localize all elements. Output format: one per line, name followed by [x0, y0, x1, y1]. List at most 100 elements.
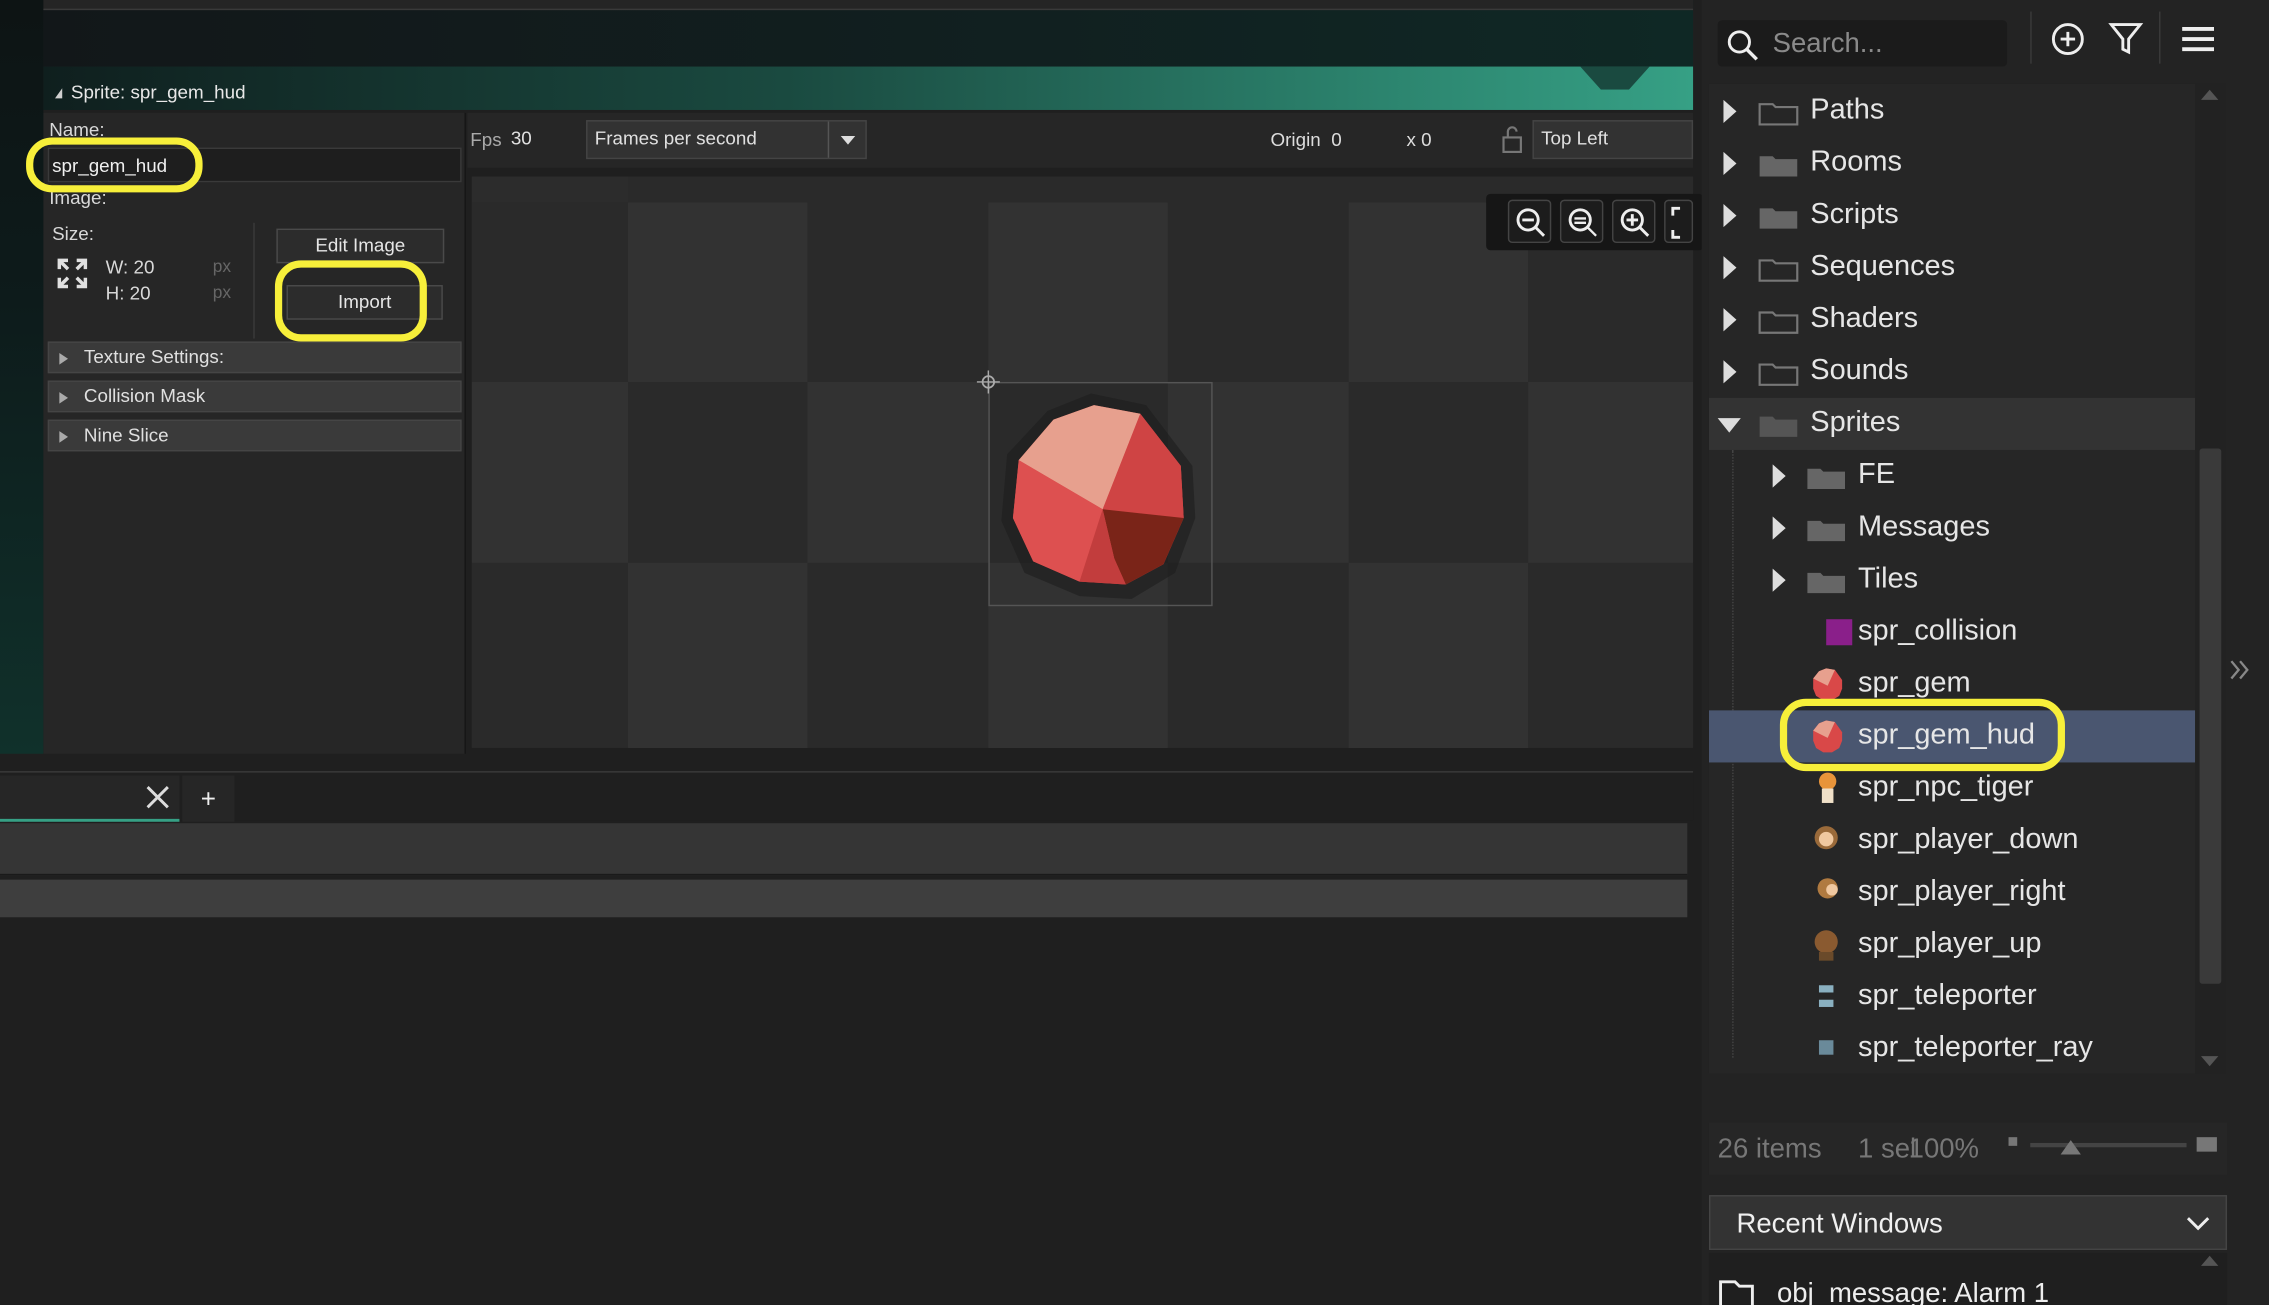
tree-label: spr_collision [1858, 614, 2018, 647]
tree-sprite-spr-teleporter-ray[interactable]: spr_teleporter_ray [1709, 1023, 2195, 1074]
collapse-panel-icon[interactable] [2228, 658, 2251, 688]
lock-icon[interactable] [1501, 124, 1524, 153]
filter-icon[interactable] [2105, 19, 2146, 60]
expand-arrow-icon[interactable] [1772, 568, 1786, 592]
tree-label: spr_gem_hud [1858, 719, 2036, 751]
tree-folder-sequences[interactable]: Sequences [1709, 242, 2195, 294]
tree-folder-scripts[interactable]: Scripts [1709, 190, 2195, 242]
zoom-reset-icon[interactable] [1559, 199, 1604, 244]
height-unit: px [212, 282, 232, 303]
folder-open-icon [1758, 412, 1799, 438]
add-asset-icon[interactable] [2048, 19, 2089, 60]
scroll-up-icon[interactable] [2200, 1255, 2219, 1266]
zoom-out-icon[interactable] [1507, 199, 1552, 244]
collapse-arrow-icon[interactable] [1717, 418, 1741, 433]
teleporter-ray-thumbnail-icon [1818, 1040, 1834, 1055]
tree-label: Sequences [1810, 250, 1956, 283]
resize-icon[interactable] [56, 258, 88, 290]
tree-sprite-spr-gem[interactable]: spr_gem [1709, 658, 2195, 710]
origin-y-input[interactable]: x 0 [1407, 129, 1432, 151]
folder-icon [1806, 517, 1847, 543]
tree-sprite-spr-gem-hud[interactable]: spr_gem_hud [1708, 710, 2196, 763]
tree-folder-fe[interactable]: FE [1709, 450, 2195, 502]
tree-folder-sounds[interactable]: Sounds [1709, 346, 2195, 398]
collision-mask-section[interactable]: Collision Mask [47, 380, 462, 413]
expand-arrow-icon[interactable] [1723, 99, 1737, 123]
recent-item-label: obj_message: Alarm 1 [1777, 1278, 2050, 1305]
tree-folder-shaders[interactable]: Shaders [1709, 294, 2195, 346]
expand-arrow-icon[interactable] [1723, 360, 1737, 384]
texture-settings-section[interactable]: Texture Settings: [47, 341, 462, 374]
zoom-large-icon [2196, 1137, 2217, 1152]
toolbar-divider [2159, 11, 2161, 64]
tree-sprite-spr-teleporter[interactable]: spr_teleporter [1709, 971, 2195, 1023]
tree-folder-paths[interactable]: Paths [1709, 85, 2195, 137]
fps-mode-dropdown[interactable]: Frames per second [586, 120, 867, 160]
zoom-slider[interactable] [2030, 1142, 2187, 1148]
tree-sprite-spr-npc-tiger[interactable]: spr_npc_tiger [1709, 762, 2195, 814]
tree-sprite-spr-player-right[interactable]: spr_player_right [1709, 867, 2195, 919]
tree-folder-tiles[interactable]: Tiles [1709, 554, 2195, 606]
chevron-down-icon[interactable] [827, 121, 866, 158]
fit-screen-icon[interactable] [1664, 199, 1694, 244]
canvas-toolbar: Fps 30 Frames per second Origin 0 x 0 To… [467, 112, 1694, 168]
expand-arrow-icon[interactable] [1723, 256, 1737, 280]
expand-arrow-icon[interactable] [1723, 203, 1737, 228]
expand-arrow-icon[interactable] [1723, 308, 1737, 332]
tree-label: FE [1858, 458, 1896, 491]
tree-label: Scripts [1810, 198, 1899, 231]
checker-cell [471, 176, 629, 203]
tree-label: spr_teleporter_ray [1858, 1031, 2093, 1064]
zoom-in-icon[interactable] [1612, 199, 1656, 244]
nine-slice-section[interactable]: Nine Slice [47, 419, 462, 452]
gem-thumbnail-icon [1810, 719, 1845, 754]
tree-scrollbar-thumb[interactable] [2199, 448, 2222, 984]
recent-windows-header[interactable]: Recent Windows [1708, 1195, 2228, 1251]
tree-label: Sounds [1810, 354, 1909, 387]
gem-thumbnail-icon [1810, 667, 1845, 702]
tree-folder-sprites[interactable]: Sprites [1708, 397, 2196, 450]
close-icon[interactable] [145, 784, 171, 810]
workspace-tabs-strip[interactable] [43, 0, 1694, 11]
expand-arrow-icon[interactable] [1772, 464, 1786, 488]
tree-sprite-spr-collision[interactable]: spr_collision [1709, 606, 2195, 658]
name-label: Name: [49, 118, 105, 141]
tree-label: spr_player_up [1858, 927, 2042, 960]
expand-arrow-icon[interactable] [1723, 151, 1737, 176]
checker-cell [1348, 562, 1529, 748]
teleporter-thumbnail-icon [1816, 982, 1836, 1011]
menu-icon[interactable] [2178, 19, 2219, 60]
tree-folder-messages[interactable]: Messages [1709, 502, 2195, 554]
collapse-icon[interactable] [54, 88, 63, 99]
scroll-up-icon[interactable] [2200, 89, 2219, 100]
header-notch [1580, 66, 1650, 90]
width-value[interactable]: W: 20 [106, 256, 155, 278]
tree-label: spr_player_right [1858, 875, 2066, 908]
tree-folder-rooms[interactable]: Rooms [1709, 137, 2195, 189]
tree-label: Rooms [1810, 146, 1902, 178]
edit-image-button[interactable]: Edit Image [276, 228, 445, 264]
sprite-window-header[interactable]: Sprite: spr_gem_hud [43, 66, 1694, 110]
output-header-bar [0, 879, 1688, 918]
chevron-down-icon[interactable] [2185, 1211, 2211, 1231]
import-button[interactable]: Import [286, 285, 443, 320]
zoom-slider-handle[interactable] [2060, 1140, 2081, 1155]
recent-window-item[interactable]: obj_message: Alarm 1 [1708, 1252, 2228, 1305]
sprite-canvas[interactable] [471, 176, 1694, 748]
fps-label: Fps [470, 128, 502, 151]
add-tab-button[interactable]: + [182, 775, 235, 822]
scroll-down-icon[interactable] [2200, 1056, 2219, 1067]
tree-sprite-spr-player-up[interactable]: spr_player_up [1709, 919, 2195, 971]
height-value[interactable]: H: 20 [106, 282, 151, 304]
tree-sprite-spr-player-down[interactable]: spr_player_down [1709, 815, 2195, 867]
tree-label: Sprites [1810, 406, 1901, 439]
origin-x-input[interactable]: 0 [1331, 129, 1341, 151]
output-tab[interactable] [0, 775, 180, 822]
sprite-name-input[interactable]: spr_gem_hud [47, 147, 462, 183]
origin-preset-dropdown[interactable]: Top Left [1532, 120, 1694, 160]
left-dock-strip [0, 0, 44, 754]
fps-input[interactable]: 30 [502, 121, 581, 160]
expand-arrow-icon[interactable] [1772, 516, 1786, 540]
asset-search-input[interactable]: Search... [1717, 20, 2008, 67]
tree-label: spr_teleporter [1858, 979, 2037, 1012]
